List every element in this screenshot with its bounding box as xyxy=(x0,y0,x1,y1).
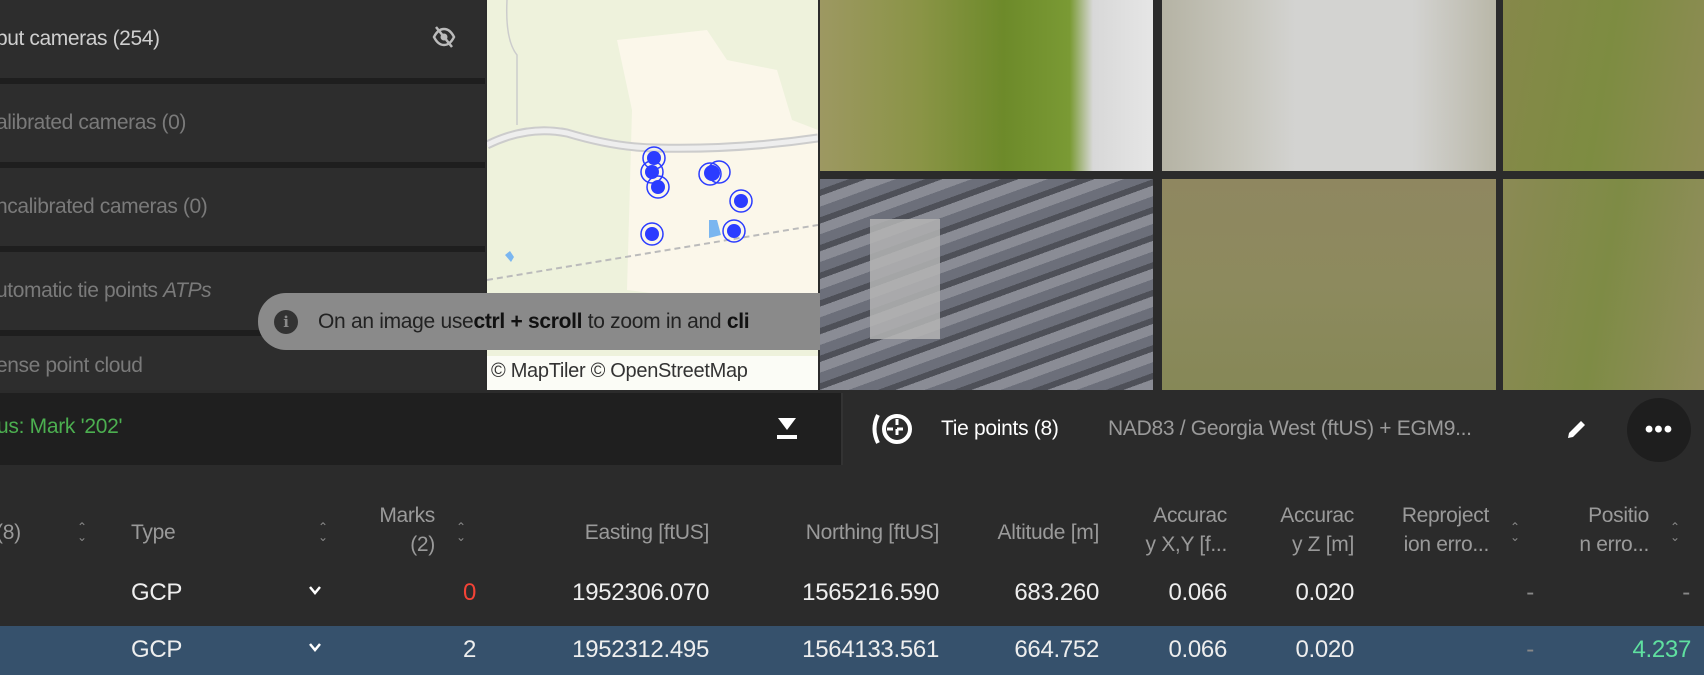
easting-cell: 1952306.070 xyxy=(572,579,709,606)
sort-icon[interactable]: ⌃ ⌄ xyxy=(1508,521,1522,543)
status-bar: us: Mark '202' xyxy=(0,393,843,465)
coordinate-system[interactable]: NAD83 / Georgia West (ftUS) + EGM9... xyxy=(1108,417,1472,441)
col-altitude-header[interactable]: Altitude [m] xyxy=(998,518,1100,547)
header-line: ion erro... xyxy=(1403,533,1490,556)
header-line: Positio xyxy=(1588,504,1649,527)
col-position-error-header[interactable]: Positio n erro... xyxy=(1579,501,1649,559)
image-thumbnail[interactable] xyxy=(1503,179,1704,390)
type-cell: GCP xyxy=(131,636,183,663)
status-text: us: Mark '202' xyxy=(0,415,123,438)
accuracy-z-cell: 0.020 xyxy=(1295,636,1354,663)
table-row-selected[interactable]: GCP 2 1952312.495 1564133.561 664.752 0.… xyxy=(0,626,1704,675)
accuracy-xy-cell: 0.066 xyxy=(1168,579,1227,606)
layer-label: put cameras (254) xyxy=(0,27,160,50)
chevron-down-icon[interactable] xyxy=(308,583,322,597)
header-line: Reproject xyxy=(1401,504,1489,527)
more-options-button[interactable]: ••• xyxy=(1627,398,1691,462)
easting-cell: 1952312.495 xyxy=(572,636,709,663)
sort-icon[interactable]: ⌃ ⌄ xyxy=(454,521,468,543)
col-name-header[interactable]: (8) xyxy=(0,518,21,547)
position-error-cell: - xyxy=(1682,579,1690,606)
tooltip-text: On an image use xyxy=(318,309,474,333)
col-accuracy-z-header[interactable]: Accurac y Z [m] xyxy=(1280,501,1354,559)
col-type-header[interactable]: Type xyxy=(131,518,176,547)
image-thumbnail[interactable] xyxy=(820,0,1153,171)
layer-label-text: utomatic tie points xyxy=(0,279,164,302)
col-easting-header[interactable]: Easting [ftUS] xyxy=(585,518,710,547)
image-thumbnail[interactable] xyxy=(820,179,1153,390)
col-reprojection-error-header[interactable]: Reproject ion erro... xyxy=(1402,501,1489,559)
header-line: Marks xyxy=(379,504,435,527)
eye-off-icon[interactable] xyxy=(432,26,456,48)
layer-label-italic: ATPs xyxy=(163,279,212,302)
layer-label: ncalibrated cameras (0) xyxy=(0,195,208,218)
header-line: y Z [m] xyxy=(1291,533,1354,556)
sort-icon[interactable]: ⌃ ⌄ xyxy=(75,521,89,543)
reprojection-error-cell: - xyxy=(1526,636,1534,663)
sort-icon[interactable]: ⌃ ⌄ xyxy=(1668,521,1682,543)
layer-label: ense point cloud xyxy=(0,354,143,377)
header-line: (2) xyxy=(410,533,435,556)
layer-uncalibrated-cameras[interactable]: ncalibrated cameras (0) xyxy=(0,168,485,246)
northing-cell: 1565216.590 xyxy=(802,579,939,606)
chevron-down-icon[interactable] xyxy=(308,640,322,654)
sort-icon[interactable]: ⌃ ⌄ xyxy=(316,521,330,543)
reprojection-error-cell: - xyxy=(1526,579,1534,606)
image-thumbnail[interactable] xyxy=(1503,0,1704,171)
northing-cell: 1564133.561 xyxy=(802,636,939,663)
map-attribution[interactable]: © MapTiler © OpenStreetMap xyxy=(487,356,818,390)
tooltip-bold: cli xyxy=(726,309,750,333)
info-icon: i xyxy=(274,309,298,334)
marks-cell: 2 xyxy=(462,636,476,663)
layer-input-cameras[interactable]: put cameras (254) xyxy=(0,0,485,78)
zoom-hint-tooltip: i On an image use ctrl + scroll to zoom … xyxy=(258,293,820,350)
layer-calibrated-cameras[interactable]: alibrated cameras (0) xyxy=(0,84,485,162)
crosshair-target-icon xyxy=(872,414,912,444)
col-accuracy-xy-header[interactable]: Accurac y X,Y [f... xyxy=(1145,501,1227,559)
col-marks-header[interactable]: Marks (2) xyxy=(379,501,435,559)
tooltip-text: to zoom in and xyxy=(587,309,722,333)
table-row[interactable]: GCP 0 1952306.070 1565216.590 683.260 0.… xyxy=(0,565,1704,625)
layer-label: alibrated cameras (0) xyxy=(0,111,187,134)
download-icon[interactable] xyxy=(776,416,798,440)
col-northing-header[interactable]: Northing [ftUS] xyxy=(806,518,940,547)
layer-label: utomatic tie points ATPs xyxy=(0,279,212,303)
edit-pencil-icon[interactable] xyxy=(1565,417,1589,441)
accuracy-z-cell: 0.020 xyxy=(1295,579,1354,606)
tie-points-header: Tie points (8) NAD83 / Georgia West (ftU… xyxy=(845,393,1704,465)
header-line: y X,Y [f... xyxy=(1145,533,1227,556)
tooltip-bold: ctrl + scroll xyxy=(473,309,583,333)
header-line: Accurac xyxy=(1153,504,1227,527)
altitude-cell: 683.260 xyxy=(1014,579,1099,606)
marks-cell: 0 xyxy=(462,579,476,606)
image-thumbnail[interactable] xyxy=(1162,0,1496,171)
header-line: Accurac xyxy=(1280,504,1354,527)
more-dots-icon: ••• xyxy=(1644,416,1674,443)
position-error-cell: 4.237 xyxy=(1632,636,1691,663)
type-cell: GCP xyxy=(131,579,183,606)
image-thumbnail[interactable] xyxy=(1162,179,1496,390)
accuracy-xy-cell: 0.066 xyxy=(1168,636,1227,663)
header-line: n erro... xyxy=(1579,533,1649,556)
tie-points-title: Tie points (8) xyxy=(941,417,1059,440)
altitude-cell: 664.752 xyxy=(1014,636,1099,663)
